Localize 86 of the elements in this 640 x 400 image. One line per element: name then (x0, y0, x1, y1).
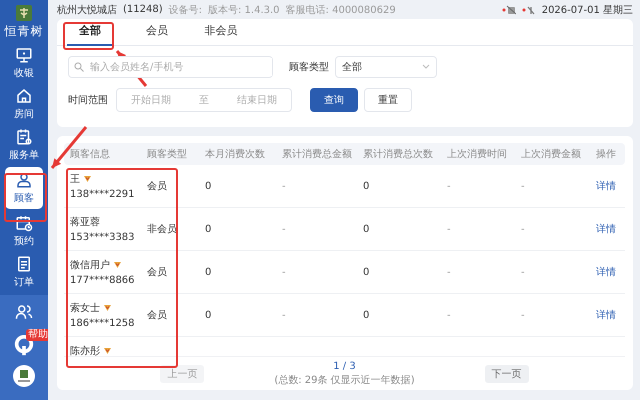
table-cell-text: 0 (204, 266, 212, 278)
customer-name: 王 (70, 173, 80, 186)
annotation-box (4, 173, 47, 222)
table-cell-text: - (520, 266, 526, 278)
help-badge: 帮助 (26, 329, 48, 341)
customer-name: 微信用户 (70, 258, 110, 272)
details-link[interactable]: 详情 (590, 265, 625, 279)
customer-name: 蒋亚蓉 (70, 216, 100, 229)
field-label: 时间范围 (68, 94, 108, 107)
details-link[interactable]: 详情 (590, 179, 625, 193)
nav-item[interactable]: 房间 (5, 85, 43, 123)
query-button[interactable]: 查询 (310, 88, 358, 112)
column-header: 操作 (595, 148, 617, 161)
field-label: 顾客类型 (289, 60, 329, 74)
document-icon (15, 255, 33, 273)
monitor-icon (15, 46, 33, 64)
nav-item[interactable]: 预约 (5, 212, 43, 250)
store-code: (11248) (123, 4, 163, 15)
phone-number: 138****2291 (70, 189, 136, 200)
date-label: 2026-07-01 星期三 (542, 4, 633, 16)
table-cell-text: - (520, 224, 526, 234)
tab[interactable]: 非会员 (189, 19, 253, 46)
table-cell-text: - (446, 224, 452, 234)
search-icon (74, 62, 84, 72)
column-header: 本月消费次数 (204, 148, 266, 161)
table-cell-text: - (520, 180, 526, 192)
table-cell-text: 会员 (146, 309, 168, 322)
avatar-icon (13, 365, 35, 387)
tab[interactable]: 会员 (125, 19, 189, 46)
table-cell-text: 会员 (146, 266, 168, 279)
column-header: 顾客类型 (146, 148, 188, 161)
nav-item[interactable]: 顾客 (5, 167, 43, 209)
table-cell-text: - (281, 310, 287, 320)
page-indicator: 1 / 3 (333, 360, 356, 372)
phone-number: 153****3383 (70, 232, 136, 243)
next-page-button[interactable]: 下一页 (484, 364, 529, 382)
total-count: (总数: 29条 仅显示近一年数据) (274, 374, 415, 386)
column-header: 累计消费总金额 (281, 148, 353, 161)
printer-offline-icon (502, 4, 516, 14)
table-cell-text: - (446, 180, 452, 192)
customer-name: 陈亦彤 (70, 344, 100, 356)
details-link[interactable]: 详情 (590, 222, 625, 236)
device-label: 设备号: (168, 4, 202, 16)
hotline-label: 客服电话: 4000080629 (286, 4, 396, 16)
logo-icon (16, 5, 32, 21)
customer-name: 索女士 (70, 302, 100, 315)
clipboard-icon (15, 128, 33, 146)
table-cell-text: 0 (362, 266, 370, 278)
column-header: 上次消费时间 (446, 148, 508, 161)
version-label: 版本号: 1.4.3.0 (208, 4, 280, 16)
table-cell-text: 非会员 (146, 222, 178, 236)
table-cell-text: - (446, 266, 452, 278)
phone-number: 177****8866 (70, 275, 136, 286)
nav-item[interactable]: 收银 (5, 44, 43, 82)
house-icon (15, 87, 33, 105)
column-header: 上次消费金额 (520, 148, 582, 161)
signal-offline-icon (522, 4, 536, 14)
table-cell-text: - (520, 310, 526, 320)
reset-button[interactable]: 重置 (364, 88, 412, 112)
phone-number: 186****1258 (70, 318, 136, 329)
table-cell-text: - (446, 310, 452, 320)
table-cell-text: 0 (204, 180, 212, 192)
column-header: 累计消费总次数 (362, 148, 434, 161)
people-icon (15, 303, 33, 321)
table-cell-text: - (281, 180, 287, 192)
table-cell-text: 0 (204, 224, 212, 234)
table-cell-text: 0 (204, 310, 212, 320)
type-dropdown[interactable]: 全部 (335, 56, 437, 78)
details-link[interactable]: 详情 (590, 308, 625, 322)
search-field[interactable]: 输入会员姓名/手机号 (68, 56, 273, 78)
nav-item[interactable]: 订单 (5, 253, 43, 291)
column-header: 顾客信息 (69, 148, 111, 161)
table-cell-text: - (281, 266, 287, 278)
store-name: 杭州大悦城店 (57, 4, 117, 16)
caret-icon (422, 64, 430, 70)
table-cell-text: 会员 (146, 180, 168, 193)
nav-item[interactable]: 服务单 (5, 126, 43, 164)
table-cell-text: 0 (362, 310, 370, 320)
search-input[interactable]: 输入会员姓名/手机号 (88, 58, 272, 76)
table-cell-text: 0 (362, 180, 370, 192)
logo-text: 恒青树 (4, 23, 44, 40)
tab[interactable]: 全部 (67, 19, 113, 46)
table-cell-text: - (281, 224, 287, 234)
annotation-box (63, 22, 114, 50)
table-cell-text: 0 (362, 224, 370, 234)
calendar-clock-icon (15, 214, 33, 232)
